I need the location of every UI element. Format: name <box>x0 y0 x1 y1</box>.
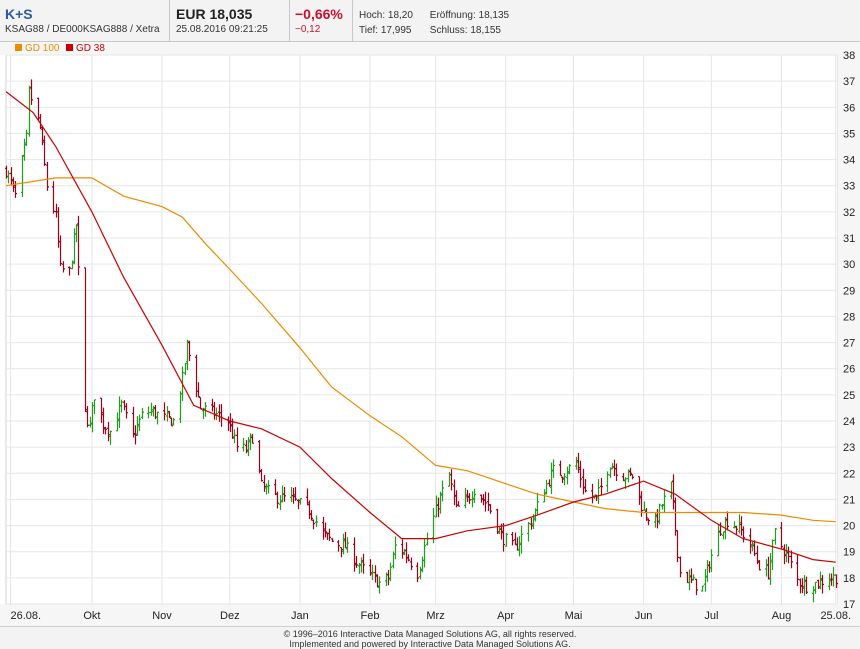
gd38-legend-label: GD 38 <box>76 43 105 54</box>
y-tick-label: 38 <box>843 50 855 62</box>
y-tick-label: 28 <box>843 311 855 323</box>
y-tick-label: 30 <box>843 259 855 271</box>
y-tick-label: 36 <box>843 102 855 114</box>
y-tick-label: 22 <box>843 468 855 480</box>
quote-timestamp: 25.08.2016 09:21:25 <box>176 24 268 35</box>
x-tick-label: Mrz <box>426 610 444 622</box>
open-label: Eröffnung: <box>429 10 476 21</box>
y-tick-label: 25 <box>843 390 855 402</box>
credit-line: Implemented and powered by Interactive D… <box>289 639 571 649</box>
gd100-legend-label: GD 100 <box>25 43 60 54</box>
y-tick-label: 35 <box>843 128 855 140</box>
y-tick-label: 23 <box>843 442 855 454</box>
y-tick-label: 26 <box>843 364 855 376</box>
low-label: Tief: <box>359 25 379 36</box>
y-tick-label: 37 <box>843 76 855 88</box>
instrument-cell: K+S KSAG88 / DE000KSAG888 / Xetra <box>0 0 169 42</box>
y-tick-label: 32 <box>843 207 855 219</box>
low-value: 17,995 <box>380 25 412 36</box>
high-label: Hoch: <box>359 10 386 21</box>
y-tick-label: 31 <box>843 233 855 245</box>
gd38-legend-swatch <box>66 44 73 51</box>
close-value: 18,155 <box>470 25 501 36</box>
y-tick-label: 20 <box>843 521 855 533</box>
copyright-footer: © 1996–2016 Interactive Data Managed Sol… <box>0 626 860 649</box>
change-percent: −0,66% <box>295 6 343 22</box>
y-tick-label: 29 <box>843 285 855 297</box>
close-stat: Schluss: 18,155 <box>430 23 501 38</box>
high-stat: Hoch: 18,20 <box>359 8 427 23</box>
instrument-identifier: KSAG88 / DE000KSAG888 / Xetra <box>5 24 160 35</box>
high-value: 18,20 <box>387 10 413 21</box>
low-stat: Tief: 17,995 <box>359 23 427 38</box>
y-tick-label: 18 <box>843 573 855 585</box>
legend-bar <box>0 42 860 55</box>
price-cell: EUR 18,035 25.08.2016 09:21:25 <box>169 0 289 42</box>
range-cell: Hoch: 18,20 Eröffnung: 18,135 Tief: 17,9… <box>352 0 860 42</box>
open-stat: Eröffnung: 18,135 <box>430 8 509 23</box>
x-tick-label: Okt <box>83 610 100 622</box>
instrument-symbol[interactable]: K+S <box>5 6 169 22</box>
y-tick-label: 34 <box>843 155 855 167</box>
low-close-row: Tief: 17,995 Schluss: 18,155 <box>359 23 860 38</box>
x-tick-label: Feb <box>361 610 380 622</box>
x-tick-label: Mai <box>565 610 583 622</box>
y-tick-label: 24 <box>843 416 855 428</box>
y-tick-label: 33 <box>843 181 855 193</box>
quote-header: K+S KSAG88 / DE000KSAG888 / Xetra EUR 18… <box>0 0 860 42</box>
x-tick-label: 26.08. <box>11 610 42 622</box>
open-value: 18,135 <box>478 10 510 21</box>
change-cell: −0,66% −0,12 <box>289 0 352 42</box>
x-tick-label: Apr <box>497 610 514 622</box>
x-tick-label: Dez <box>220 610 240 622</box>
close-label: Schluss: <box>429 25 468 36</box>
high-open-row: Hoch: 18,20 Eröffnung: 18,135 <box>359 8 860 23</box>
x-tick-label: 25.08. <box>820 610 851 622</box>
x-tick-label: Nov <box>152 610 172 622</box>
last-price: EUR 18,035 <box>176 6 253 22</box>
x-tick-label: Jan <box>291 610 309 622</box>
gd100-legend-swatch <box>15 44 22 51</box>
change-absolute: −0,12 <box>295 24 321 35</box>
y-tick-label: 19 <box>843 547 855 559</box>
y-tick-label: 27 <box>843 338 855 350</box>
x-tick-label: Aug <box>772 610 792 622</box>
price-chart[interactable]: 1718192021222324252627282930313233343536… <box>0 42 860 626</box>
y-tick-label: 21 <box>843 494 855 506</box>
x-tick-label: Jul <box>704 610 718 622</box>
copyright-line: © 1996–2016 Interactive Data Managed Sol… <box>283 629 577 639</box>
x-tick-label: Jun <box>635 610 653 622</box>
